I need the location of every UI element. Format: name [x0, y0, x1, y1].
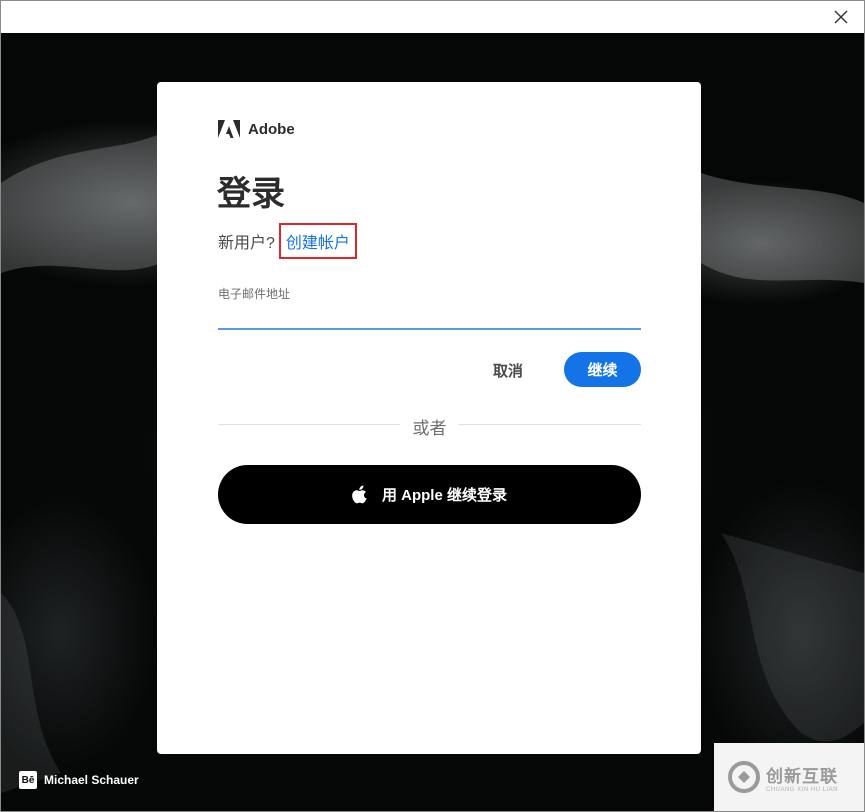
watermark-logo: 创新互联 CHUANG XIN HU LIAN: [714, 743, 864, 811]
adobe-logo-icon: [218, 120, 240, 138]
new-user-row: 新用户? 创建帐户: [218, 223, 357, 259]
photo-credit[interactable]: Bē Michael Schauer: [19, 771, 139, 789]
watermark-sub-text: CHUANG XIN HU LIAN: [766, 786, 839, 793]
adobe-brand: Adobe: [218, 120, 295, 138]
or-divider: 或者: [218, 414, 641, 438]
email-field[interactable]: [218, 304, 641, 330]
apple-button-label: 用 Apple 继续登录: [381, 487, 507, 504]
watermark-main-text: 创新互联: [766, 766, 838, 786]
brand-name: Adobe: [248, 120, 295, 138]
dialog-window: Bē Michael Schauer Adobe 登录 新用户? 创建帐户 电子…: [0, 0, 865, 812]
sign-in-card: Adobe 登录 新用户? 创建帐户 电子邮件地址 取消 继续 或者 用 App…: [157, 82, 701, 754]
divider-text: 或者: [412, 419, 447, 438]
title-bar: [1, 1, 864, 33]
cancel-button[interactable]: 取消: [480, 353, 536, 387]
email-label: 电子邮件地址: [218, 287, 291, 301]
watermark-text: 创新互联 CHUANG XIN HU LIAN: [766, 762, 838, 793]
watermark-swirl-icon: [728, 761, 760, 793]
new-user-prompt: 新用户?: [218, 235, 275, 252]
apple-sign-in-button[interactable]: 用 Apple 继续登录: [218, 465, 641, 524]
page-title: 登录: [217, 175, 285, 213]
close-button[interactable]: [830, 6, 852, 28]
apple-icon: [352, 485, 367, 504]
close-icon: [834, 10, 848, 24]
behance-icon: Bē: [19, 771, 37, 789]
continue-button[interactable]: 继续: [564, 352, 641, 387]
photo-credit-name: Michael Schauer: [44, 773, 139, 787]
create-account-link[interactable]: 创建帐户: [278, 223, 357, 259]
